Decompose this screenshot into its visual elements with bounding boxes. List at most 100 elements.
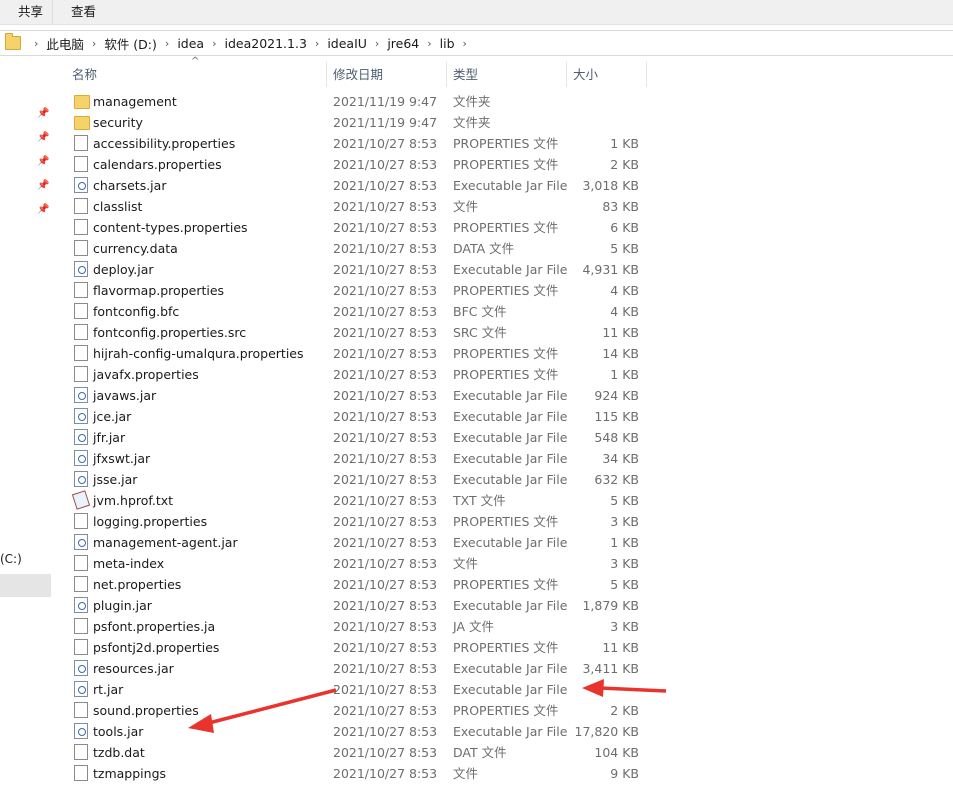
file-type: Executable Jar File — [453, 451, 568, 466]
pin-icon[interactable]: 📌 — [37, 157, 49, 167]
nav-drive-c[interactable]: (C:) — [0, 552, 22, 566]
file-icon — [74, 765, 88, 781]
file-row[interactable]: tools.jar 2021/10/27 8:53 Executable Jar F… — [68, 721, 653, 742]
chevron-right-icon[interactable]: › — [427, 37, 431, 50]
file-row[interactable]: deploy.jar 2021/10/27 8:53 Executable Jar … — [68, 259, 653, 280]
file-row[interactable]: logging.properties 2021/10/27 8:53 PROPERT… — [68, 511, 653, 532]
nav-selected-item[interactable] — [0, 574, 51, 597]
file-row[interactable]: jfxswt.jar 2021/10/27 8:53 Executable Jar … — [68, 448, 653, 469]
breadcrumb-item[interactable]: lib — [440, 36, 455, 51]
folder-icon — [5, 33, 21, 50]
txt-icon — [71, 490, 91, 510]
tab-view[interactable]: 查看 — [71, 0, 96, 24]
file-row[interactable]: fontconfig.properties.src 2021/10/27 8:53… — [68, 322, 653, 343]
breadcrumb-item[interactable]: 软件 (D:) — [104, 34, 157, 53]
file-row[interactable]: accessibility.properties 2021/10/27 8:53 P… — [68, 133, 653, 154]
file-name: security — [93, 115, 143, 130]
column-header-date[interactable]: 修改日期 — [333, 62, 383, 87]
file-row[interactable]: javafx.properties 2021/10/27 8:53 PROPERTI… — [68, 364, 653, 385]
file-type: PROPERTIES 文件 — [453, 220, 559, 235]
file-size: 115 KB — [594, 409, 639, 424]
tab-share[interactable]: 共享 — [18, 0, 43, 24]
file-row[interactable]: jfr.jar 2021/10/27 8:53 Executable Jar Fil… — [68, 427, 653, 448]
file-size: 11 KB — [602, 325, 639, 340]
column-header-type[interactable]: 类型 — [453, 62, 478, 87]
column-header-size[interactable]: 大小 — [573, 62, 598, 87]
file-name: management — [93, 94, 177, 109]
file-type: 文件 — [453, 766, 479, 781]
jar-icon — [74, 660, 88, 676]
file-row[interactable]: flavormap.properties 2021/10/27 8:53 PROPE… — [68, 280, 653, 301]
chevron-right-icon[interactable]: › — [34, 37, 38, 50]
file-row[interactable]: tzdb.dat 2021/10/27 8:53 DAT 文件 104 KB — [68, 742, 653, 763]
file-size: 17,820 KB — [574, 724, 639, 739]
file-row[interactable]: management 2021/11/19 9:47 文件夹 — [68, 91, 653, 112]
file-size: 5 KB — [610, 493, 639, 508]
column-divider[interactable] — [646, 62, 647, 87]
pin-icon[interactable]: 📌 — [37, 205, 49, 215]
chevron-right-icon[interactable]: › — [212, 37, 216, 50]
breadcrumb-item[interactable]: 此电脑 — [46, 34, 84, 53]
file-type: Executable Jar File — [453, 598, 568, 613]
file-name: charsets.jar — [93, 178, 167, 193]
file-icon — [74, 303, 88, 319]
file-type: PROPERTIES 文件 — [453, 136, 559, 151]
file-row[interactable]: charsets.jar 2021/10/27 8:53 Executable Ja… — [68, 175, 653, 196]
breadcrumb-item[interactable]: ideaIU — [327, 36, 367, 51]
file-name: psfont.properties.ja — [93, 619, 216, 634]
file-row[interactable]: jvm.hprof.txt 2021/10/27 8:53 TXT 文件 5 KB — [68, 490, 653, 511]
chevron-right-icon[interactable]: › — [92, 37, 96, 50]
file-size: 9 KB — [610, 766, 639, 781]
file-row[interactable]: hijrah-config-umalqura.properties 2021/10… — [68, 343, 653, 364]
chevron-right-icon[interactable]: › — [463, 37, 467, 50]
pin-icon[interactable]: 📌 — [37, 133, 49, 143]
file-row[interactable]: security 2021/11/19 9:47 文件夹 — [68, 112, 653, 133]
column-divider[interactable] — [446, 62, 447, 87]
file-modified-date: 2021/10/27 8:53 — [333, 199, 438, 214]
file-row[interactable]: psfont.properties.ja 2021/10/27 8:53 JA 文件… — [68, 616, 653, 637]
chevron-right-icon[interactable]: › — [165, 37, 169, 50]
file-modified-date: 2021/10/27 8:53 — [333, 367, 438, 382]
file-row[interactable]: content-types.properties 2021/10/27 8:53 P… — [68, 217, 653, 238]
chevron-right-icon[interactable]: › — [375, 37, 379, 50]
file-row[interactable]: jsse.jar 2021/10/27 8:53 Executable Jar Fi… — [68, 469, 653, 490]
file-type: Executable Jar File — [453, 178, 568, 193]
column-header-name[interactable]: 名称 — [72, 62, 97, 87]
jar-icon — [74, 408, 88, 424]
file-row[interactable]: psfontj2d.properties 2021/10/27 8:53 PROPE… — [68, 637, 653, 658]
file-row[interactable]: jce.jar 2021/10/27 8:53 Executable Jar Fil… — [68, 406, 653, 427]
file-row[interactable]: fontconfig.bfc 2021/10/27 8:53 BFC 文件 4 KB — [68, 301, 653, 322]
breadcrumb-item[interactable]: idea — [177, 36, 204, 51]
file-size: 4 KB — [610, 304, 639, 319]
pin-icon[interactable]: 📌 — [37, 109, 49, 119]
file-row[interactable]: tzmappings 2021/10/27 8:53 文件 9 KB — [68, 763, 653, 784]
file-row[interactable]: classlist 2021/10/27 8:53 文件 83 KB — [68, 196, 653, 217]
file-row[interactable]: javaws.jar 2021/10/27 8:53 Executable Jar … — [68, 385, 653, 406]
breadcrumb-item[interactable]: idea2021.1.3 — [224, 36, 306, 51]
file-name: classlist — [93, 199, 143, 214]
file-row[interactable]: rt.jar 2021/10/27 8:53 Executable Jar File — [68, 679, 653, 700]
address-bar[interactable]: › 此电脑 › 软件 (D:) › idea › idea2021.1.3 › ideaIU › jr… — [0, 30, 953, 56]
file-name: hijrah-config-umalqura.properties — [93, 346, 304, 361]
file-row[interactable]: currency.data 2021/10/27 8:53 DATA 文件 5 KB — [68, 238, 653, 259]
file-icon — [74, 618, 88, 634]
file-size: 3 KB — [610, 619, 639, 634]
file-type: DATA 文件 — [453, 241, 515, 256]
file-row[interactable]: net.properties 2021/10/27 8:53 PROPERTIES … — [68, 574, 653, 595]
column-divider[interactable] — [326, 62, 327, 87]
file-name: plugin.jar — [93, 598, 152, 613]
file-type: PROPERTIES 文件 — [453, 346, 559, 361]
file-icon — [74, 702, 88, 718]
file-row[interactable]: plugin.jar 2021/10/27 8:53 Executable Jar … — [68, 595, 653, 616]
jar-icon — [74, 387, 88, 403]
column-divider[interactable] — [566, 62, 567, 87]
file-row[interactable]: sound.properties 2021/10/27 8:53 PROPERTIE… — [68, 700, 653, 721]
pin-icon[interactable]: 📌 — [37, 181, 49, 191]
chevron-right-icon[interactable]: › — [315, 37, 319, 50]
file-row[interactable]: management-agent.jar 2021/10/27 8:53 Execu… — [68, 532, 653, 553]
file-row[interactable]: meta-index 2021/10/27 8:53 文件 3 KB — [68, 553, 653, 574]
breadcrumb-item[interactable]: jre64 — [387, 36, 419, 51]
file-type: Executable Jar File — [453, 661, 568, 676]
file-row[interactable]: calendars.properties 2021/10/27 8:53 PROPE… — [68, 154, 653, 175]
file-row[interactable]: resources.jar 2021/10/27 8:53 Executable J… — [68, 658, 653, 679]
